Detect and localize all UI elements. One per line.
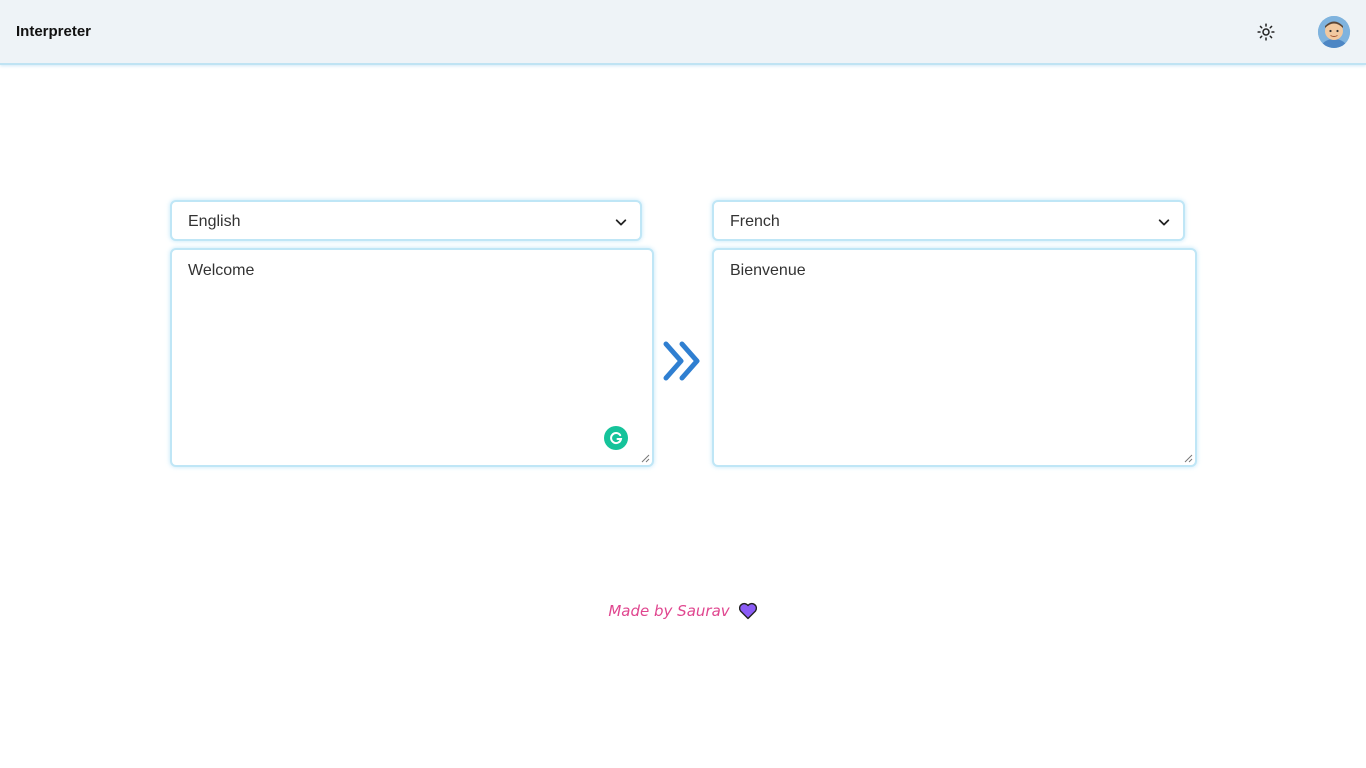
source-text: Welcome bbox=[188, 262, 255, 279]
user-avatar[interactable] bbox=[1318, 16, 1350, 48]
grammarly-icon[interactable] bbox=[604, 426, 628, 450]
target-language-select[interactable]: French bbox=[712, 200, 1185, 241]
avatar-icon bbox=[1318, 16, 1350, 48]
app-title: Interpreter bbox=[16, 23, 92, 40]
chevron-down-icon bbox=[615, 219, 627, 226]
source-language-select[interactable]: English bbox=[170, 200, 642, 241]
theme-toggle-button[interactable] bbox=[1254, 20, 1278, 44]
sun-icon bbox=[1257, 23, 1275, 41]
footer: Made by Saurav bbox=[0, 600, 1366, 622]
target-language-value: French bbox=[730, 213, 780, 230]
resize-grip-icon[interactable] bbox=[641, 454, 650, 463]
double-chevron-right-icon bbox=[663, 341, 700, 381]
top-navbar: Interpreter bbox=[0, 0, 1366, 65]
footer-credit: Made by Saurav bbox=[608, 602, 730, 620]
heart-icon bbox=[738, 602, 757, 620]
translate-arrow-button[interactable] bbox=[660, 338, 706, 384]
resize-grip-icon[interactable] bbox=[1184, 454, 1193, 463]
source-language-value: English bbox=[188, 213, 241, 230]
chevron-down-icon bbox=[1158, 219, 1170, 226]
source-text-input[interactable]: Welcome bbox=[170, 248, 654, 467]
target-text: Bienvenue bbox=[730, 262, 806, 279]
target-text-output[interactable]: Bienvenue bbox=[712, 248, 1197, 467]
